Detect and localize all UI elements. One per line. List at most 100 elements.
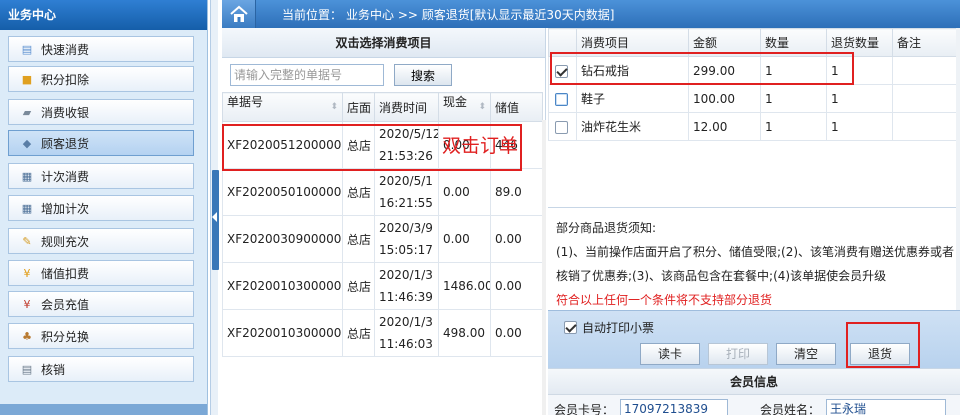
order-list-title: 双击选择消费项目	[222, 28, 545, 58]
cash-cell: 498.00	[438, 309, 491, 357]
search-button[interactable]: 搜索	[394, 64, 452, 86]
item-remark-cell[interactable]	[892, 112, 957, 141]
sort-icon: ⬍	[478, 102, 486, 112]
sidebar-item[interactable]: ▦ 计次消费	[8, 163, 194, 189]
order-list-scrollbar[interactable]	[542, 120, 546, 415]
item-amount-cell: 12.00	[688, 112, 761, 141]
item-name-cell: 油炸花生米	[576, 112, 689, 141]
sidebar-item[interactable]: ▤ 快速消费	[8, 36, 194, 62]
col-time[interactable]: 消费时间	[374, 92, 439, 122]
sidebar-item[interactable]: ▤ 核销	[8, 356, 194, 382]
item-amount-cell: 100.00	[688, 84, 761, 113]
sidebar-item[interactable]: ◆ 顾客退货	[8, 130, 194, 156]
home-icon	[229, 5, 248, 22]
item-return-qty-cell[interactable]: 1	[826, 84, 893, 113]
sidebar-item-label: 快速消费	[41, 42, 90, 57]
item-name-cell: 鞋子	[576, 84, 689, 113]
order-row[interactable]: XF20200501000001 总店 2020/5/1 16:21:55 0.00 8…	[222, 168, 543, 216]
sidebar-item-label: 计次消费	[41, 169, 90, 184]
notice-line: (1)、当前操作店面开启了积分、储值受限;(2)、该笔消费有赠送优惠券或者	[556, 245, 955, 259]
sidebar-item-label: 规则充次	[41, 234, 90, 249]
cash-cell: 0.00	[438, 168, 491, 216]
col-cash[interactable]: 现金 ⬍	[438, 92, 491, 122]
search-row: 搜索	[222, 58, 545, 92]
cashier-icon: ▰	[22, 105, 32, 119]
col-order-id[interactable]: 单据号 ⬍	[222, 92, 343, 122]
sidebar-item-label: 核销	[41, 362, 66, 377]
sidebar-item-label: 储值扣费	[41, 266, 90, 281]
points-deduct-icon: ■	[21, 72, 33, 86]
member-recharge-icon: ¥	[23, 297, 31, 311]
order-row[interactable]: XF20200103000002 总店 2020/1/3 11:46:39 1486.…	[222, 262, 543, 310]
item-checkbox[interactable]	[555, 120, 568, 134]
col-stored[interactable]: 储值	[490, 92, 543, 122]
print-button[interactable]: 打印	[708, 343, 768, 365]
home-button[interactable]	[222, 0, 256, 28]
rule-recharge-icon: ✎	[22, 234, 32, 248]
sidebar-item[interactable]: ■ 积分扣除	[8, 66, 194, 92]
sidebar-item-label: 会员充值	[41, 297, 90, 312]
sidebar-item[interactable]: ✎ 规则充次	[8, 228, 194, 254]
item-remark-cell[interactable]	[892, 56, 957, 85]
member-title: 会员信息	[548, 369, 960, 395]
sidebar-item[interactable]: ¥ 会员充值	[8, 291, 194, 317]
col-store[interactable]: 店面	[342, 92, 375, 122]
return-notice: 部分商品退货须知: (1)、当前操作店面开启了积分、储值受限;(2)、该笔消费有…	[556, 216, 956, 312]
store-cell: 总店	[342, 262, 375, 310]
count-consume-icon: ▦	[21, 169, 33, 183]
auto-print-checkbox[interactable]	[564, 321, 577, 334]
notice-warning: 符合以上任何一个条件将不支持部分退货	[556, 293, 773, 307]
topbar: 当前位置： 业务中心 >> 顾客退货[默认显示最近30天内数据]	[222, 0, 960, 28]
annotation-box-item	[550, 52, 854, 85]
time-cell: 2020/1/3 11:46:39	[374, 262, 439, 310]
notice-line: 核销了优惠券;(3)、该商品包含在套餐中;(4)该单据使会员升级	[556, 269, 887, 283]
sidebar-item-label: 积分兑换	[41, 329, 90, 344]
breadcrumb-path: 业务中心 >> 顾客退货[默认显示最近30天内数据]	[346, 7, 615, 22]
item-remark-cell[interactable]	[892, 84, 957, 113]
read-card-button[interactable]: 读卡	[640, 343, 700, 365]
sidebar-item[interactable]: ▰ 消费收银	[8, 99, 194, 125]
time-cell: 2020/5/1 16:21:55	[374, 168, 439, 216]
sidebar-item-label: 消费收银	[41, 105, 90, 120]
item-row[interactable]: 油炸花生米 12.00 1 1	[548, 112, 957, 141]
item-return-qty-cell[interactable]: 1	[826, 112, 893, 141]
store-cell: 总店	[342, 168, 375, 216]
order-number-input[interactable]	[230, 64, 384, 86]
order-row[interactable]: XF20200103000001 总店 2020/1/3 11:46:03 498.0…	[222, 309, 543, 357]
member-panel: 会员信息 会员卡号： 17097213839 会员姓名： 王永瑞	[548, 368, 960, 415]
col-remark[interactable]: 备注	[892, 28, 957, 57]
stored-cell: 0.00	[490, 309, 543, 357]
time-cell: 2020/3/9 15:05:17	[374, 215, 439, 263]
sidebar-item[interactable]: ▦ 增加计次	[8, 195, 194, 221]
card-number-field[interactable]: 17097213839	[620, 399, 728, 415]
item-qty-cell: 1	[760, 84, 827, 113]
member-row: 会员卡号： 17097213839 会员姓名： 王永瑞	[548, 395, 960, 415]
item-row[interactable]: 鞋子 100.00 1 1	[548, 84, 957, 113]
breadcrumb-prefix: 当前位置：	[282, 7, 343, 22]
order-id-cell: XF20200103000001	[222, 309, 343, 357]
store-cell: 总店	[342, 309, 375, 357]
store-cell: 总店	[342, 215, 375, 263]
stored-value-icon: ¥	[23, 266, 31, 280]
customer-return-icon: ◆	[22, 136, 32, 150]
sort-icon: ⬍	[330, 102, 338, 112]
annotation-box-refund	[846, 322, 920, 368]
stored-cell: 0.00	[490, 215, 543, 263]
time-cell: 2020/1/3 11:46:03	[374, 309, 439, 357]
sidebar-footer	[0, 404, 207, 415]
order-id-cell: XF20200309000003	[222, 215, 343, 263]
stored-cell: 89.0	[490, 168, 543, 216]
order-id-cell: XF20200103000002	[222, 262, 343, 310]
sidebar-item-label: 积分扣除	[41, 72, 90, 87]
clear-button[interactable]: 清空	[776, 343, 836, 365]
auto-print-toggle[interactable]: 自动打印小票	[564, 319, 654, 336]
order-row[interactable]: XF20200309000003 总店 2020/3/9 15:05:17 0.00 0…	[222, 215, 543, 263]
collapse-arrow-icon[interactable]	[212, 212, 217, 222]
sidebar-item[interactable]: ¥ 储值扣费	[8, 260, 194, 286]
sidebar-item[interactable]: ♣ 积分兑换	[8, 323, 194, 349]
notice-heading: 部分商品退货须知:	[556, 221, 657, 235]
item-select-cell	[548, 112, 577, 141]
member-name-field[interactable]: 王永瑞	[826, 399, 946, 415]
item-select-cell	[548, 84, 577, 113]
item-checkbox[interactable]	[555, 92, 568, 106]
